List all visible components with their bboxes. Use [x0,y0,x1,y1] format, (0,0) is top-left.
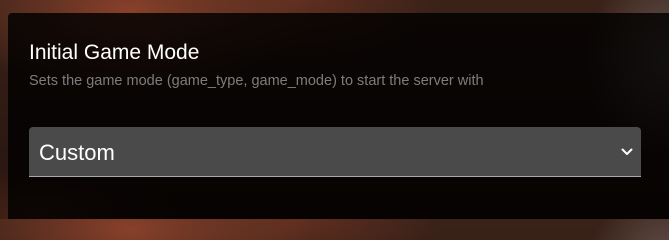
setting-panel: Initial Game Mode Sets the game mode (ga… [8,13,669,219]
chevron-down-icon [621,148,633,155]
setting-description: Sets the game mode (game_type, game_mode… [29,73,484,89]
game-mode-selected-value: Custom [39,140,115,165]
setting-title: Initial Game Mode [29,41,200,64]
game-mode-select[interactable]: Custom [29,127,641,177]
